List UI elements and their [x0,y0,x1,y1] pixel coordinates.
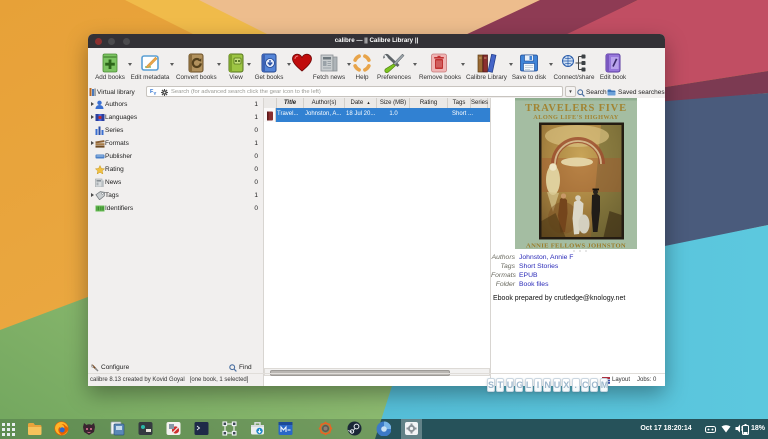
svg-text:ANNIE FELLOWS JOHNSTON: ANNIE FELLOWS JOHNSTON [526,243,626,250]
svg-text:ALONG LIFE'S HIGHWAY: ALONG LIFE'S HIGHWAY [533,114,618,121]
svg-text:TRAVELERS FIVE: TRAVELERS FIVE [525,103,627,114]
